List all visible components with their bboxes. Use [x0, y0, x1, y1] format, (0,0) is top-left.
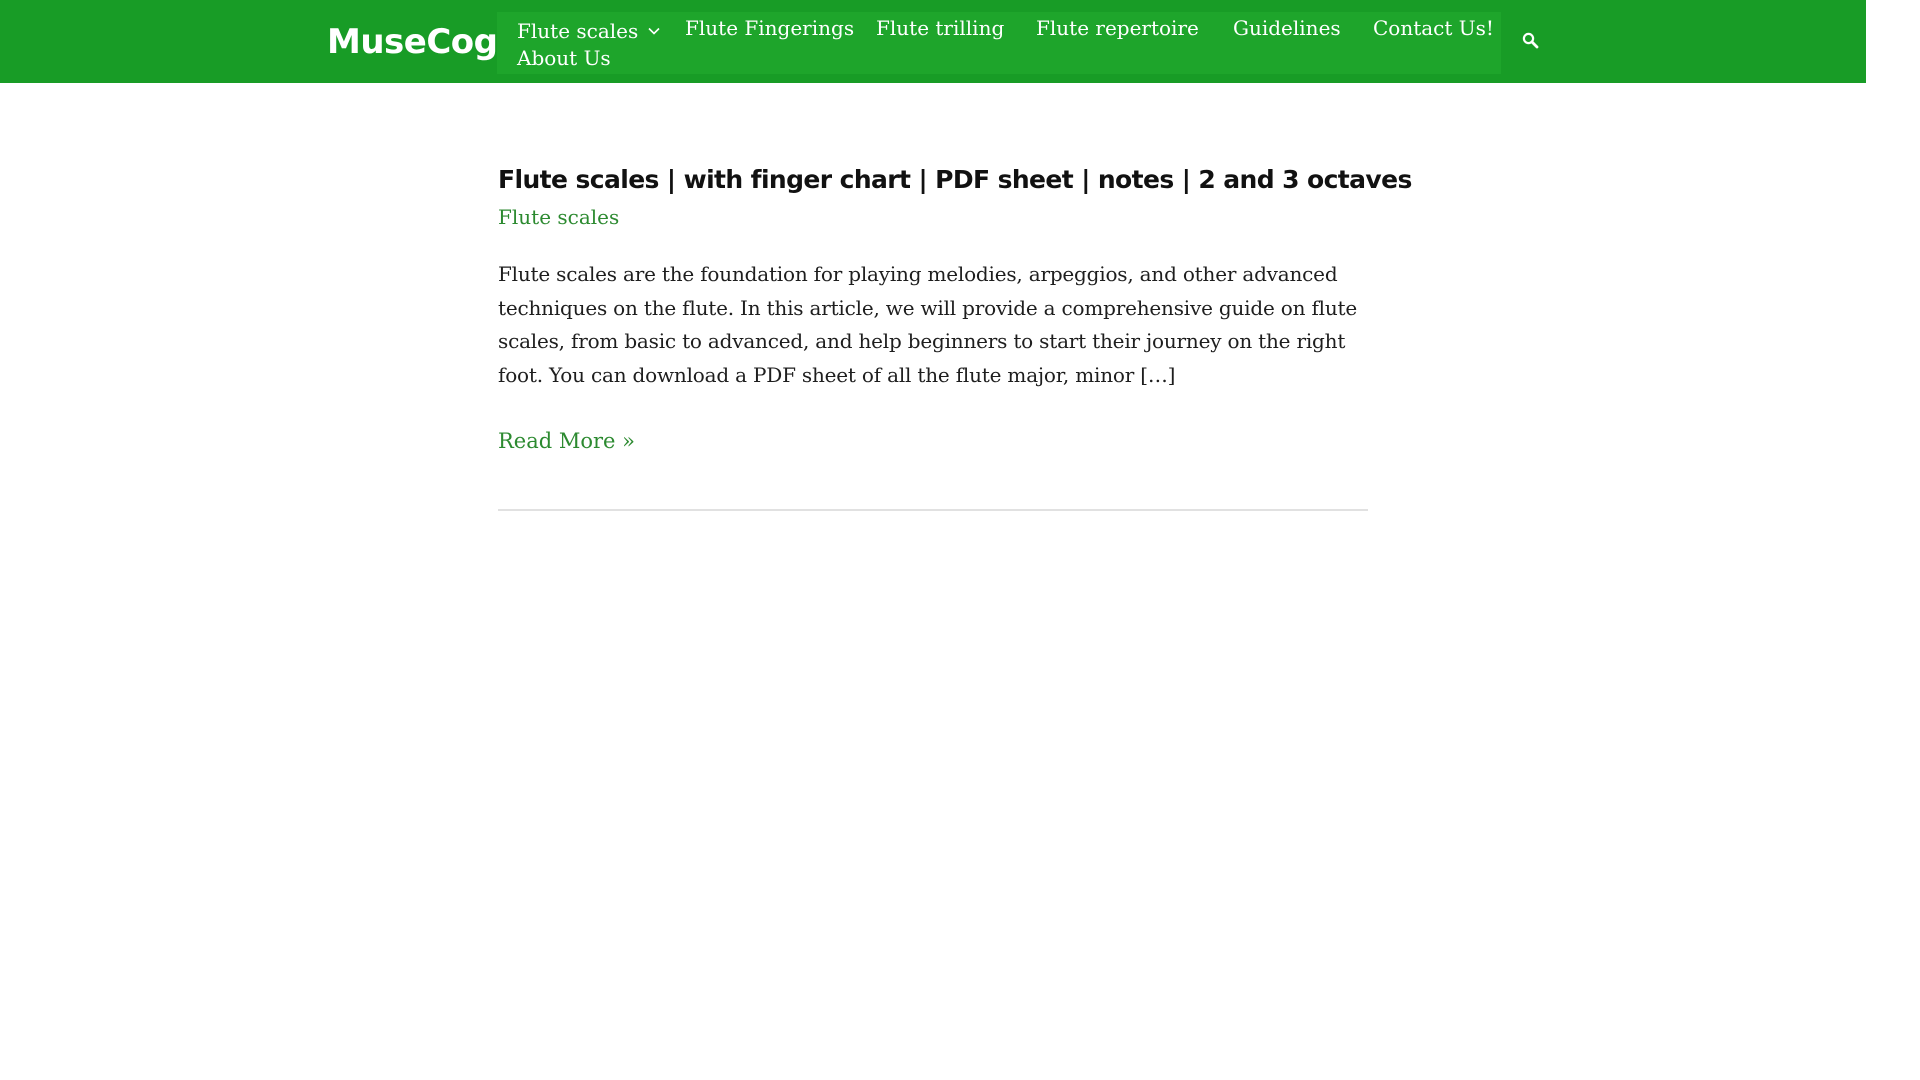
- nav-item-flute-repertoire[interactable]: Flute repertoire: [1036, 14, 1199, 42]
- read-more-link[interactable]: Read More »: [498, 426, 635, 456]
- nav-item-flute-trilling[interactable]: Flute trilling: [876, 14, 1004, 42]
- nav-item-flute-fingerings[interactable]: Flute Fingerings: [685, 14, 854, 42]
- chevron-down-icon: [648, 14, 660, 42]
- site-header: MuseCog Flute scales Flute Fingerings Fl…: [0, 0, 1866, 83]
- nav-item-label: Flute scales: [517, 19, 639, 43]
- post-title[interactable]: Flute scales | with finger chart | PDF s…: [498, 160, 1412, 200]
- nav-item-about-us[interactable]: About Us: [517, 44, 611, 72]
- nav-item-contact-us[interactable]: Contact Us!: [1373, 14, 1494, 42]
- post-entry: Flute scales | with finger chart | PDF s…: [498, 160, 1412, 456]
- search-icon[interactable]: [1521, 31, 1541, 51]
- main-nav: Flute scales Flute Fingerings Flute tril…: [497, 12, 1501, 74]
- post-excerpt: Flute scales are the foundation for play…: [498, 262, 1357, 387]
- divider: [498, 509, 1368, 511]
- post-category-link[interactable]: Flute scales: [498, 202, 1368, 232]
- site-logo[interactable]: MuseCog: [327, 22, 498, 62]
- nav-item-flute-scales[interactable]: Flute scales: [517, 14, 660, 45]
- nav-item-guidelines[interactable]: Guidelines: [1233, 14, 1341, 42]
